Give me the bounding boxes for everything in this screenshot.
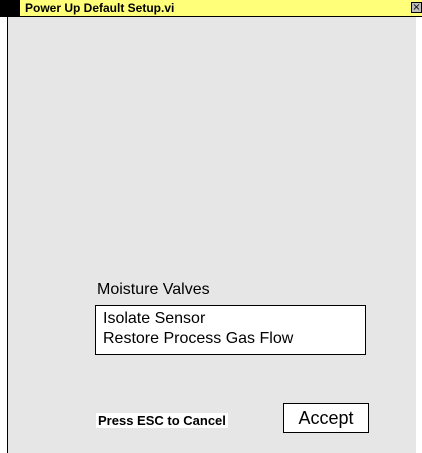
esc-cancel-hint: Press ESC to Cancel	[96, 413, 228, 428]
moisture-valves-label: Moisture Valves	[97, 281, 210, 298]
window-menu-block[interactable]	[0, 0, 20, 16]
window-title: Power Up Default Setup.vi	[25, 1, 175, 15]
right-window-edge	[416, 17, 422, 453]
title-bar[interactable]: Power Up Default Setup.vi ×	[0, 0, 422, 17]
left-window-edge	[0, 17, 8, 453]
list-item-isolate-sensor[interactable]: Isolate Sensor	[103, 309, 365, 329]
moisture-valves-listbox[interactable]: Isolate Sensor Restore Process Gas Flow	[95, 305, 366, 355]
accept-button[interactable]: Accept	[283, 403, 369, 433]
vi-window: Power Up Default Setup.vi × Moisture Val…	[0, 0, 422, 453]
close-icon[interactable]: ×	[411, 2, 422, 13]
list-item-restore-process-gas-flow[interactable]: Restore Process Gas Flow	[103, 329, 365, 349]
